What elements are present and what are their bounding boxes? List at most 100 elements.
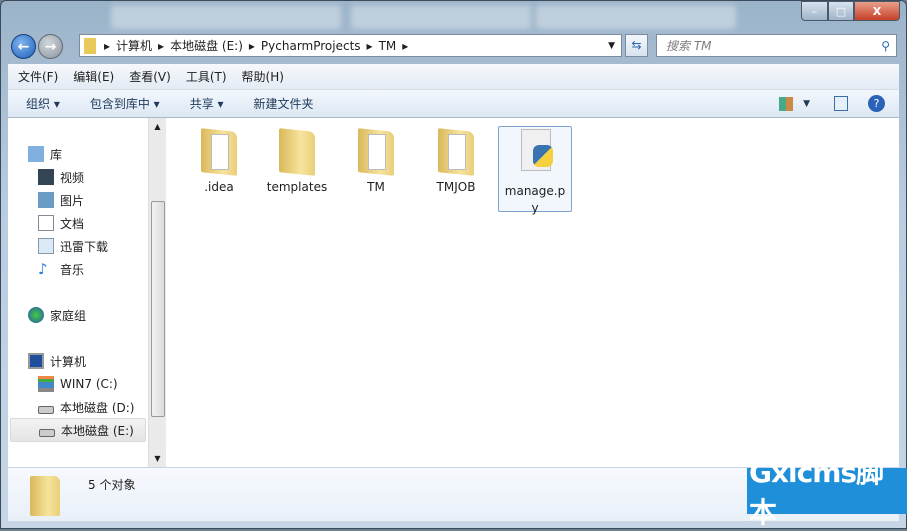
folder-icon — [277, 126, 317, 176]
scrollbar-thumb[interactable] — [151, 201, 165, 417]
background-tab — [111, 5, 341, 29]
nav-scrollbar[interactable]: ▲ ▼ — [148, 118, 166, 467]
nav-libraries[interactable]: 库 — [28, 144, 62, 164]
file-name: .idea — [204, 180, 234, 194]
close-button[interactable]: X — [854, 1, 900, 21]
file-name: templates — [266, 180, 328, 194]
scroll-up-icon[interactable]: ▲ — [149, 122, 166, 131]
address-bar[interactable]: ▸ 计算机 ▸ 本地磁盘 (E:) ▸ PycharmProjects ▸ TM… — [79, 34, 622, 57]
refresh-icon: ⇆ — [631, 38, 642, 52]
organize-button[interactable]: 组织 ▾ — [26, 95, 60, 112]
preview-pane-icon[interactable] — [834, 96, 848, 111]
picture-icon — [38, 192, 54, 208]
scroll-down-icon[interactable]: ▼ — [149, 454, 166, 463]
nav-homegroup[interactable]: 家庭组 — [28, 305, 86, 325]
document-icon — [38, 215, 54, 231]
menu-tools[interactable]: 工具(T) — [186, 68, 227, 85]
command-bar: 组织 ▾ 包含到库中 ▾ 共享 ▾ 新建文件夹 ▼ ? — [8, 90, 899, 118]
file-item-tmjob[interactable]: TMJOB — [419, 126, 493, 194]
include-in-library-button[interactable]: 包含到库中 ▾ — [90, 95, 160, 112]
view-options-button[interactable]: ▼ — [779, 96, 810, 111]
menu-file[interactable]: 文件(F) — [18, 68, 58, 85]
breadcrumb-tm[interactable]: TM — [379, 39, 397, 53]
breadcrumb-separator[interactable]: ▸ — [249, 39, 255, 53]
nav-label: 家庭组 — [50, 308, 87, 323]
nav-label: 迅雷下载 — [60, 239, 109, 254]
nav-label: 视频 — [60, 170, 85, 185]
nav-documents[interactable]: 文档 — [38, 213, 84, 233]
share-button[interactable]: 共享 ▾ — [190, 95, 224, 112]
breadcrumb-separator[interactable]: ▸ — [104, 39, 110, 53]
arrow-right-icon: → — [44, 38, 57, 55]
file-item-manage-py[interactable]: manage.py — [498, 126, 572, 215]
file-item-templates[interactable]: templates — [260, 126, 334, 194]
nav-label: 本地磁盘 (E:) — [61, 423, 134, 438]
nav-label: WIN7 (C:) — [60, 377, 118, 391]
watermark-logo: Gxlcms脚本 — [747, 456, 907, 529]
item-count: 5 个对象 — [88, 478, 136, 492]
nav-label: 图片 — [60, 193, 85, 208]
nav-label: 计算机 — [50, 354, 87, 369]
file-list: .idea templates TM TMJOB manage.py — [166, 118, 899, 467]
breadcrumb-drive-e[interactable]: 本地磁盘 (E:) — [170, 37, 243, 54]
help-icon[interactable]: ? — [868, 95, 885, 112]
python-file-icon — [515, 129, 555, 179]
maximize-button[interactable]: □ — [828, 1, 854, 21]
menu-bar: 文件(F) 编辑(E) 查看(V) 工具(T) 帮助(H) — [8, 64, 899, 90]
nav-drive-d[interactable]: 本地磁盘 (D:) — [38, 397, 134, 417]
breadcrumb-pycharmprojects[interactable]: PycharmProjects — [261, 39, 361, 53]
folder-icon — [199, 126, 239, 176]
history-dropdown-icon[interactable]: ▼ — [608, 41, 615, 51]
music-icon: ♪ — [38, 260, 48, 278]
view-icon — [779, 96, 794, 111]
breadcrumb-computer[interactable]: 计算机 — [116, 37, 152, 54]
background-tab — [536, 5, 736, 29]
nav-drive-c[interactable]: WIN7 (C:) — [38, 374, 118, 394]
refresh-button[interactable]: ⇆ — [625, 34, 648, 57]
video-icon — [38, 169, 54, 185]
nav-pictures[interactable]: 图片 — [38, 190, 84, 210]
nav-videos[interactable]: 视频 — [38, 167, 84, 187]
computer-icon — [28, 353, 44, 369]
nav-computer[interactable]: 计算机 — [28, 351, 86, 371]
search-box[interactable]: ⚲ — [656, 34, 897, 57]
breadcrumb-separator[interactable]: ▸ — [402, 39, 408, 53]
homegroup-icon — [28, 307, 44, 323]
forward-button[interactable]: → — [38, 34, 63, 59]
drive-icon — [38, 406, 54, 414]
file-item-idea[interactable]: .idea — [182, 126, 256, 194]
navigation-pane: 库 视频 图片 文档 迅雷下载 ♪ 音乐 家庭组 计算机 WIN7 (C:) 本地… — [8, 118, 149, 467]
folder-icon — [436, 126, 476, 176]
breadcrumb-separator[interactable]: ▸ — [367, 39, 373, 53]
back-button[interactable]: ← — [11, 34, 36, 59]
nav-label: 库 — [50, 147, 63, 162]
folder-icon — [30, 476, 60, 516]
chevron-down-icon: ▼ — [803, 98, 810, 109]
nav-music[interactable]: ♪ 音乐 — [38, 259, 84, 279]
folder-icon — [84, 37, 96, 54]
search-input[interactable] — [666, 38, 866, 53]
arrow-left-icon: ← — [17, 38, 30, 55]
menu-edit[interactable]: 编辑(E) — [73, 68, 114, 85]
nav-label: 音乐 — [60, 262, 85, 277]
breadcrumb-separator[interactable]: ▸ — [158, 39, 164, 53]
file-item-tm[interactable]: TM — [339, 126, 413, 194]
file-name: manage.py — [504, 184, 566, 215]
download-folder-icon — [38, 238, 54, 254]
file-name: TMJOB — [436, 180, 476, 194]
nav-label: 文档 — [60, 216, 85, 231]
nav-label: 本地磁盘 (D:) — [60, 400, 135, 415]
minimize-button[interactable]: – — [801, 1, 828, 21]
menu-help[interactable]: 帮助(H) — [242, 68, 284, 85]
library-icon — [28, 146, 44, 162]
file-name: TM — [367, 180, 385, 194]
windows-drive-icon — [38, 376, 54, 392]
nav-drive-e[interactable]: 本地磁盘 (E:) — [10, 418, 146, 442]
background-tab — [351, 5, 531, 29]
search-icon[interactable]: ⚲ — [881, 39, 890, 53]
menu-view[interactable]: 查看(V) — [129, 68, 171, 85]
new-folder-button[interactable]: 新建文件夹 — [254, 95, 314, 112]
drive-icon — [39, 429, 55, 437]
nav-xunlei-downloads[interactable]: 迅雷下载 — [38, 236, 108, 256]
folder-icon — [356, 126, 396, 176]
